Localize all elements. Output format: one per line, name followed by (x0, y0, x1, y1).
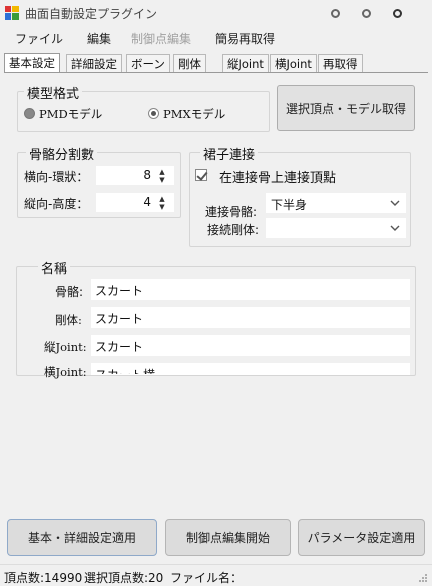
menu-bar: ファイル 編集 制御点編集 簡易再取得 (0, 26, 432, 48)
tab-reacquire[interactable]: 再取得 (318, 54, 363, 73)
tab-bone[interactable]: ボーン (126, 54, 170, 73)
skirt-connect-title: 裙子連接 (200, 144, 259, 163)
vertical-height-stepper[interactable]: 4 ▲ ▼ (96, 193, 174, 212)
selected-vertex-count: 選択頂点数:20 (84, 571, 164, 585)
horizontal-ring-label: 横向-環狀： (24, 170, 89, 184)
maximize-button[interactable] (362, 9, 371, 18)
vjoint-name-label: 縦Joint: (44, 340, 87, 354)
vjoint-name-field[interactable]: スカート (91, 335, 410, 356)
tab-vertical-joint[interactable]: 縦Joint (222, 54, 269, 73)
bone-name-label: 骨骼: (55, 285, 84, 299)
connect-bone-select[interactable]: 下半身 (266, 193, 406, 213)
model-format-title: 模型格式 (24, 83, 83, 102)
connect-vertex-checkbox[interactable] (195, 169, 207, 181)
hjoint-name-value: スカート横 (95, 368, 156, 375)
vertex-count: 頂点数:14990 (4, 571, 83, 585)
connect-bone-label: 連接骨骼: (205, 205, 258, 219)
hjoint-name-label: 横Joint: (44, 365, 87, 379)
connect-vertex-label: 在連接骨上連接頂點 (219, 171, 337, 186)
connect-bone-value: 下半身 (271, 198, 308, 212)
chevron-down-icon (390, 225, 400, 231)
menu-file[interactable]: ファイル (15, 30, 63, 47)
chevron-down-icon (390, 200, 400, 206)
vjoint-name-value: スカート (95, 340, 144, 354)
connect-rigid-label: 接続剛体: (207, 223, 260, 237)
apply-parameters-button[interactable]: パラメータ設定適用 (298, 519, 425, 556)
tab-horizontal-joint[interactable]: 横Joint (270, 54, 317, 73)
bone-name-value: スカート (95, 284, 144, 298)
app-icon (5, 6, 19, 20)
rigid-name-label: 剛体: (55, 313, 82, 327)
window-title: 曲面自動設定プラグイン (25, 7, 158, 21)
connect-rigid-select[interactable] (266, 218, 406, 238)
close-button[interactable] (393, 9, 402, 18)
bone-split-title: 骨骼分割數 (26, 144, 98, 163)
spin-down-icon[interactable]: ▼ (157, 203, 167, 211)
file-name: ファイル名： (170, 571, 243, 585)
hjoint-name-field[interactable]: スカート横 (91, 363, 410, 375)
pmx-radio[interactable] (148, 108, 159, 119)
title-bar: 曲面自動設定プラグイン (0, 0, 432, 26)
rigid-name-field[interactable]: スカート (91, 307, 410, 328)
status-bar: 頂点数:14990 選択頂点数:20 ファイル名： (0, 564, 432, 586)
names-title: 名稱 (38, 258, 71, 277)
horizontal-ring-value: 8 (143, 168, 151, 182)
horizontal-ring-stepper[interactable]: 8 ▲ ▼ (96, 166, 174, 185)
get-vertex-model-button[interactable]: 選択頂点・モデル取得 (277, 85, 415, 131)
vertical-height-value: 4 (143, 195, 151, 209)
menu-quick-reacquire[interactable]: 簡易再取得 (215, 30, 275, 47)
tab-rigid-body[interactable]: 剛体 (173, 54, 206, 73)
menu-edit[interactable]: 編集 (87, 30, 111, 47)
spin-up-icon[interactable]: ▲ (157, 168, 167, 176)
pmd-label: PMDモデル (39, 107, 103, 121)
vertical-height-label: 縦向-高度： (24, 197, 89, 211)
spin-up-icon[interactable]: ▲ (157, 195, 167, 203)
bone-name-field[interactable]: スカート (91, 279, 410, 300)
apply-basic-detail-button[interactable]: 基本・詳細設定適用 (7, 519, 157, 556)
menu-control-point-edit[interactable]: 制御点編集 (131, 30, 191, 47)
spin-down-icon[interactable]: ▼ (157, 176, 167, 184)
start-control-point-edit-button[interactable]: 制御点編集開始 (165, 519, 291, 556)
rigid-name-value: スカート (95, 312, 144, 326)
tab-basic-settings[interactable]: 基本設定 (4, 53, 60, 73)
resize-grip-icon[interactable] (418, 573, 428, 583)
tab-detail-settings[interactable]: 詳細設定 (66, 54, 122, 73)
pmd-radio[interactable] (24, 108, 35, 119)
minimize-button[interactable] (331, 9, 340, 18)
pmx-label: PMXモデル (163, 107, 226, 121)
